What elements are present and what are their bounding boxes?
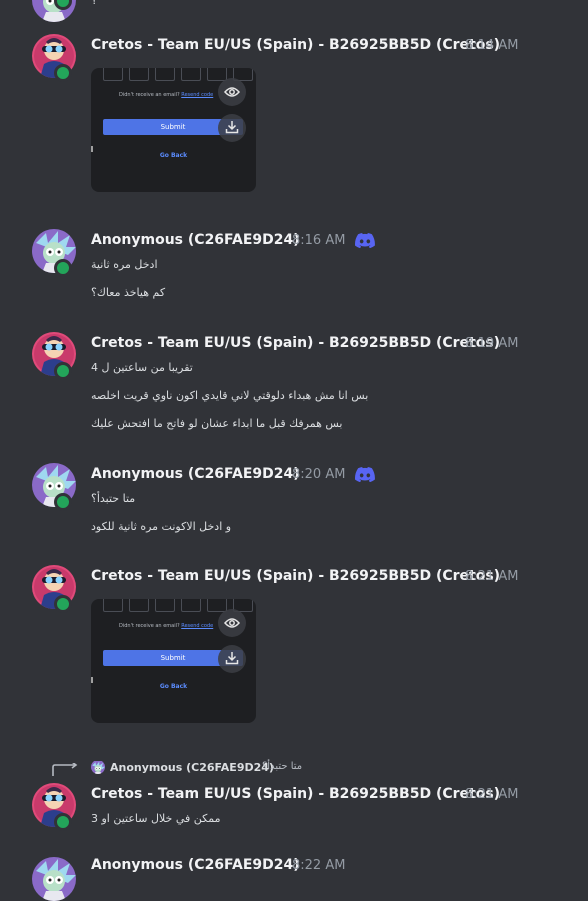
timestamp[interactable]: 8:19 AM <box>465 336 518 351</box>
timestamp[interactable]: 8:22 AM <box>292 858 345 873</box>
message-text: متا حتبدأ؟ <box>91 492 136 505</box>
attachment-hint-text: Didn't receive an email? Resend code <box>119 92 214 98</box>
discord-logo-icon <box>355 233 375 248</box>
online-status-indicator <box>54 259 72 277</box>
message-text: بس همرفك قبل ما ابداء عشان لو فاتح ما اف… <box>91 417 343 430</box>
online-status-indicator <box>54 813 72 831</box>
timestamp[interactable]: 8:16 AM <box>292 233 345 248</box>
download-icon <box>225 650 239 669</box>
message-text: تقريبا من ساعتين ل 4 <box>91 361 193 374</box>
author-name[interactable]: Cretos - Team EU/US (Spain) - B26925BB5D… <box>91 568 500 584</box>
attachment-hint-text: Didn't receive an email? Resend code <box>119 623 214 629</box>
download-icon <box>225 119 239 138</box>
discord-logo-icon <box>355 467 375 482</box>
message-text: بس انا مش هبداء دلوقتي لاني قايدي اكون ن… <box>91 389 369 402</box>
author-name[interactable]: Cretos - Team EU/US (Spain) - B26925BB5D… <box>91 335 500 351</box>
reply-author-name[interactable]: Anonymous (C26FAE9D24) <box>110 761 274 774</box>
author-name[interactable]: Anonymous (C26FAE9D24) <box>91 857 300 873</box>
author-name[interactable]: Cretos - Team EU/US (Spain) - B26925BB5D… <box>91 37 500 53</box>
message-text: ادخل مره ثانية <box>91 258 158 271</box>
eye-icon <box>224 614 240 633</box>
author-name[interactable]: Anonymous (C26FAE9D24) <box>91 232 300 248</box>
timestamp[interactable]: 8:21 AM <box>465 569 518 584</box>
timestamp[interactable]: 8:14 AM <box>465 38 518 53</box>
message-text: و ادخل الاكونت مره ثانية للكود <box>91 520 232 533</box>
reply-arrow-icon <box>52 761 78 781</box>
view-image-button[interactable] <box>218 609 246 637</box>
eye-icon <box>224 83 240 102</box>
download-image-button[interactable] <box>218 114 246 142</box>
online-status-indicator <box>54 64 72 82</box>
avatar[interactable] <box>32 857 76 901</box>
reply-avatar[interactable] <box>91 760 105 774</box>
timestamp[interactable]: 8:21 AM <box>465 787 518 802</box>
attachment-go-back-label: Go Back <box>159 152 188 159</box>
author-name[interactable]: Anonymous (C26FAE9D24) <box>91 466 300 482</box>
reply-preview-text[interactable]: متا حتبدأ؟ <box>262 761 302 772</box>
message-text: ؟ <box>91 0 97 7</box>
view-image-button[interactable] <box>218 78 246 106</box>
author-name[interactable]: Cretos - Team EU/US (Spain) - B26925BB5D… <box>91 786 500 802</box>
timestamp[interactable]: 8:20 AM <box>292 467 345 482</box>
online-status-indicator <box>54 362 72 380</box>
online-status-indicator <box>54 493 72 511</box>
message-text: كم هياخذ معاك؟ <box>91 286 166 299</box>
online-status-indicator <box>54 595 72 613</box>
attachment-go-back-label: Go Back <box>159 683 188 690</box>
message-text: ممكن في خلال ساعتين او 3 <box>91 812 221 825</box>
message-group <box>32 857 76 901</box>
download-image-button[interactable] <box>218 645 246 673</box>
